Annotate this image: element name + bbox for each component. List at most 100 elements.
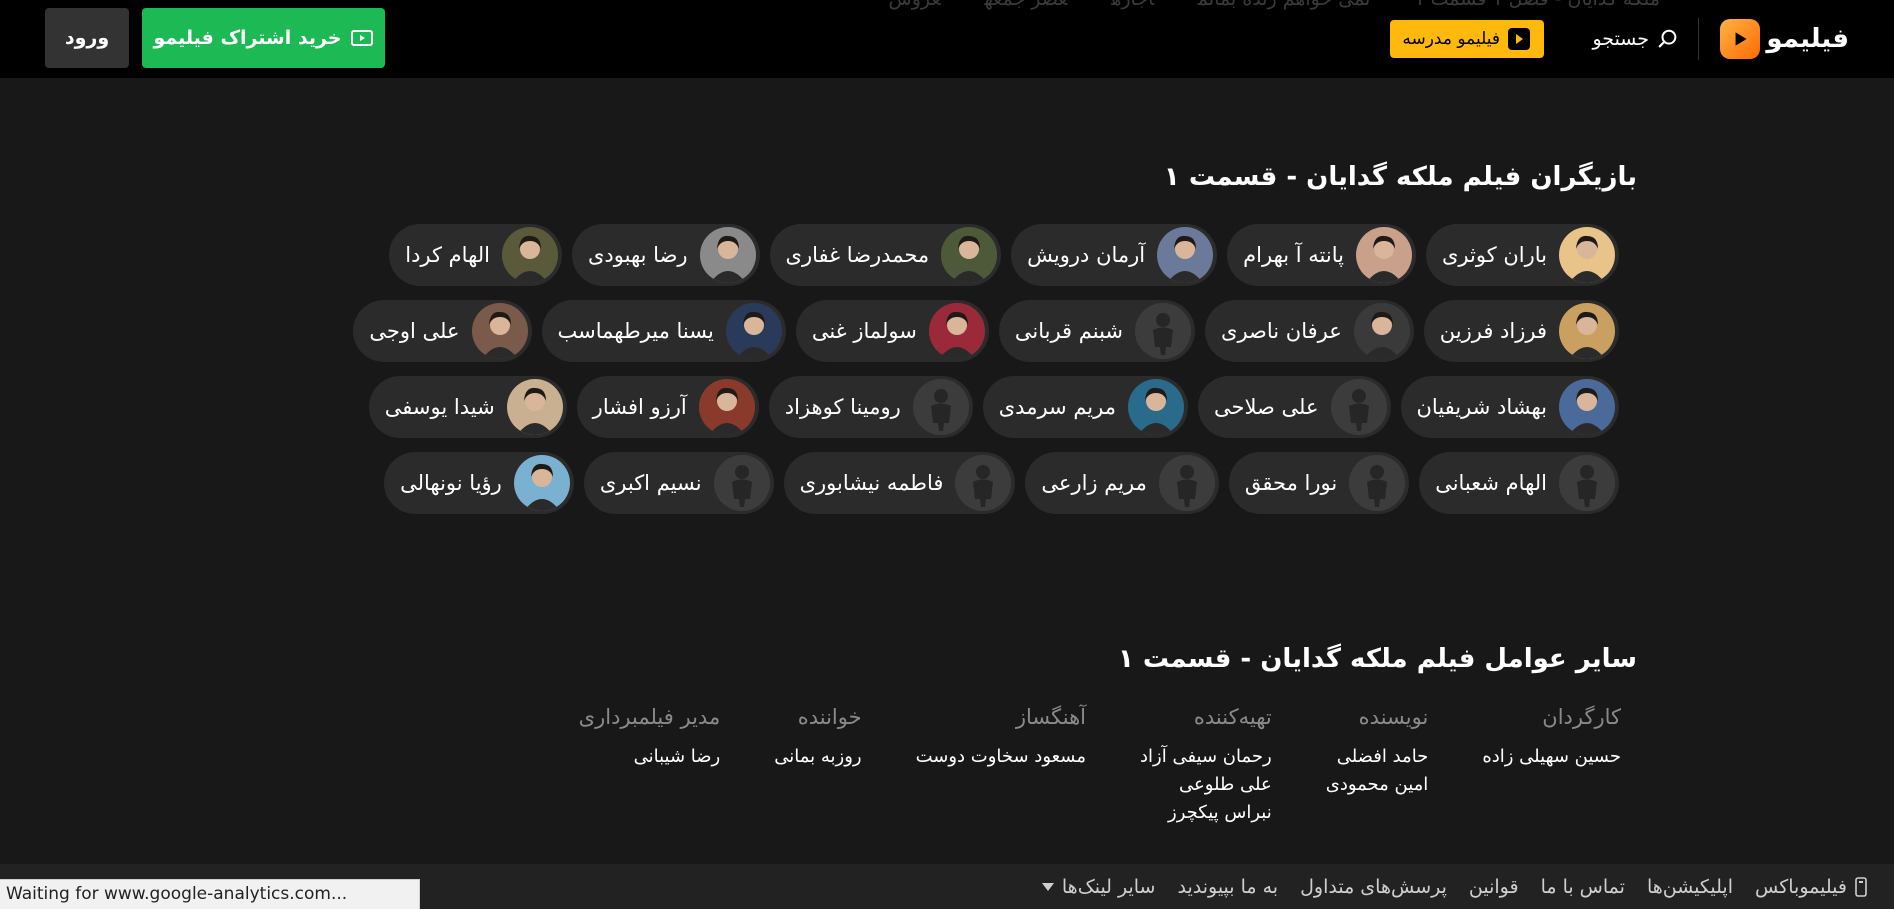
cast-member-name: علی صلاحی <box>1213 395 1319 419</box>
cast-member-name: مریم سرمدی <box>998 395 1116 419</box>
crew-person-link[interactable]: نبراس پیکچرز <box>1140 799 1272 827</box>
footer-link-label: به ما بپیوندید <box>1177 876 1279 898</box>
crew-role: مدیر فیلمبرداری <box>578 705 721 729</box>
cast-member-chip[interactable]: عرفان ناصری <box>1205 300 1414 362</box>
crew-person-link[interactable]: امین محمودی <box>1326 771 1429 799</box>
cast-member-chip[interactable]: یسنا میرطهماسب <box>541 300 786 362</box>
placeholder-avatar-icon <box>1349 455 1406 511</box>
cast-photo-avatar <box>1559 379 1615 435</box>
ghost-nav-item[interactable]: اجاره <box>1111 0 1154 10</box>
cast-photo-avatar <box>513 455 570 511</box>
cast-member-chip[interactable]: بهشاد شریفیان <box>1400 376 1619 438</box>
ghost-nav-item[interactable]: نمی خواهم زنده بمانم <box>1198 0 1370 10</box>
crew-person-link[interactable]: حسین سهیلی زاده <box>1482 743 1621 771</box>
crew-person-link[interactable]: مسعود سخاوت دوست <box>916 743 1086 771</box>
ghost-nav: ملکه گدایان - فصل ۱ قسمت ۱ نمی خواهم زنده… <box>440 0 1661 10</box>
cast-member-chip[interactable]: آرمان درویش <box>1011 224 1218 286</box>
login-button[interactable]: ورود <box>45 8 129 68</box>
cast-member-chip[interactable]: رؤیا نونهالی <box>384 452 574 514</box>
cast-member-chip[interactable]: نورا محقق <box>1228 452 1410 514</box>
cast-member-name: شیدا یوسفی <box>384 395 495 419</box>
footer-link[interactable]: به ما بپیوندید <box>1177 876 1278 898</box>
cast-member-chip[interactable]: رضا بهبودی <box>572 224 760 286</box>
filimo-school-button[interactable]: فیلیمو مدرسه <box>1390 20 1544 58</box>
ghost-nav-item[interactable]: ملکه گدایان - فصل ۱ قسمت ۱ <box>1414 0 1660 10</box>
cast-member-chip[interactable]: باران کوثری <box>1425 224 1619 286</box>
cast-row: باران کوثری پانته آ بهرام آرمان درویش محمدر… <box>319 224 1619 286</box>
cast-member-chip[interactable]: مریم زارعی <box>1025 452 1219 514</box>
ghost-nav-item[interactable]: عروس <box>889 0 941 10</box>
crew-list: کارگردان حسین سهیلی زاده نویسنده حامد افضلی… <box>525 705 1621 827</box>
footer-links: فیلیموباکس اپلیکیشن‌ها تماس با ما قوانین پرس… <box>1041 876 1869 898</box>
crew-person-link[interactable]: حامد افضلی <box>1326 743 1429 771</box>
buy-subscription-button[interactable]: خرید اشتراک فیلیمو <box>142 8 385 68</box>
cast-member-name: شبنم قربانی <box>1014 319 1124 343</box>
cast-member-chip[interactable]: محمدرضا غفاری <box>769 224 1002 286</box>
cast-member-chip[interactable]: مریم سرمدی <box>982 376 1188 438</box>
search-button[interactable]: جستجو <box>1592 24 1679 54</box>
search-label: جستجو <box>1592 28 1649 50</box>
crew-person-link[interactable]: رحمان سیفی آزاد <box>1140 743 1272 771</box>
cast-row: فرزاد فرزین عرفان ناصری شبنم قربانی سولماز … <box>319 300 1619 362</box>
cast-member-chip[interactable]: علی اوجی <box>353 300 532 362</box>
chevron-down-icon <box>1041 883 1054 891</box>
cast-member-chip[interactable]: آرزو افشار <box>576 376 759 438</box>
subscription-ticket-icon <box>351 29 374 47</box>
cast-member-name: عرفان ناصری <box>1221 319 1342 343</box>
cast-member-chip[interactable]: سولماز غنی <box>795 300 989 362</box>
cast-section-title: بازیگران فیلم ملکه گدایان - قسمت ۱ <box>1163 162 1637 192</box>
placeholder-avatar-icon <box>1330 379 1387 435</box>
cast-member-chip[interactable]: فاطمه نیشابوری <box>783 452 1016 514</box>
footer-more-links-dropdown[interactable]: سایر لینک‌ها <box>1041 876 1156 898</box>
crew-person-link[interactable]: روزبه بمانی <box>774 743 861 771</box>
search-icon <box>1657 28 1679 50</box>
cast-photo-avatar <box>1353 303 1410 359</box>
crew-column: آهنگساز مسعود سخاوت دوست <box>916 705 1086 827</box>
crew-column: خواننده روزبه بمانی <box>774 705 861 827</box>
crew-column: تهیه‌کننده رحمان سیفی آزاد علی طلوعی نبراس … <box>1140 705 1272 827</box>
cast-member-chip[interactable]: پانته آ بهرام <box>1227 224 1416 286</box>
footer-link[interactable]: قوانین <box>1469 876 1519 898</box>
cast-member-chip[interactable]: رومینا کوهزاد <box>768 376 973 438</box>
cast-photo-avatar <box>698 379 755 435</box>
crew-column: نویسنده حامد افضلی امین محمودی <box>1326 705 1429 827</box>
footer-link-label: قوانین <box>1468 876 1519 898</box>
cast-member-name: الهام کردا <box>405 243 490 267</box>
filimo-logo[interactable]: فیلیمو <box>1720 18 1849 60</box>
footer-link[interactable]: پرسش‌های متداول <box>1300 876 1447 898</box>
cast-member-name: باران کوثری <box>1441 243 1547 267</box>
placeholder-avatar-icon <box>1158 455 1215 511</box>
cast-member-name: بهشاد شریفیان <box>1416 395 1548 419</box>
crew-person-link[interactable]: رضا شیبانی <box>579 743 721 771</box>
cast-member-chip[interactable]: شیدا یوسفی <box>368 376 567 438</box>
crew-column: مدیر فیلمبرداری رضا شیبانی <box>579 705 721 827</box>
footer-link[interactable]: تماس با ما <box>1541 876 1625 898</box>
cast-member-chip[interactable]: شبنم قربانی <box>998 300 1196 362</box>
footer-link[interactable]: اپلیکیشن‌ها <box>1647 876 1733 898</box>
cast-member-name: یسنا میرطهماسب <box>557 319 714 343</box>
cast-member-chip[interactable]: علی صلاحی <box>1197 376 1391 438</box>
browser-status-bar: Waiting for www.google-analytics.com... <box>0 879 420 909</box>
cast-member-name: الهام شعبانی <box>1435 471 1547 495</box>
cast-member-name: نورا محقق <box>1244 471 1338 495</box>
cast-photo-avatar <box>725 303 782 359</box>
cast-member-name: مریم زارعی <box>1041 471 1147 495</box>
cast-member-name: رضا بهبودی <box>588 243 688 267</box>
cast-member-chip[interactable]: نسیم اکبری <box>583 452 774 514</box>
box-device-icon <box>1855 877 1867 897</box>
crew-section-title: سایر عوامل فیلم ملکه گدایان - قسمت ۱ <box>1117 644 1637 674</box>
footer-link[interactable]: فیلیموباکس <box>1755 876 1869 898</box>
school-label: فیلیمو مدرسه <box>1402 29 1500 49</box>
crew-person-link[interactable]: علی طلوعی <box>1140 771 1272 799</box>
cast-photo-avatar <box>1559 227 1615 283</box>
footer-more-label: سایر لینک‌ها <box>1061 876 1156 898</box>
top-header: ملکه گدایان - فصل ۱ قسمت ۱ نمی خواهم زنده… <box>0 0 1894 78</box>
ghost-nav-item[interactable]: عصر جمعه <box>985 0 1068 10</box>
login-label: ورود <box>64 27 110 49</box>
cast-member-chip[interactable]: الهام شعبانی <box>1419 452 1619 514</box>
cast-member-name: فاطمه نیشابوری <box>799 471 944 495</box>
cast-member-chip[interactable]: فرزاد فرزین <box>1423 300 1619 362</box>
crew-role: نویسنده <box>1358 705 1429 729</box>
placeholder-avatar-icon <box>713 455 770 511</box>
cast-member-chip[interactable]: الهام کردا <box>389 224 562 286</box>
